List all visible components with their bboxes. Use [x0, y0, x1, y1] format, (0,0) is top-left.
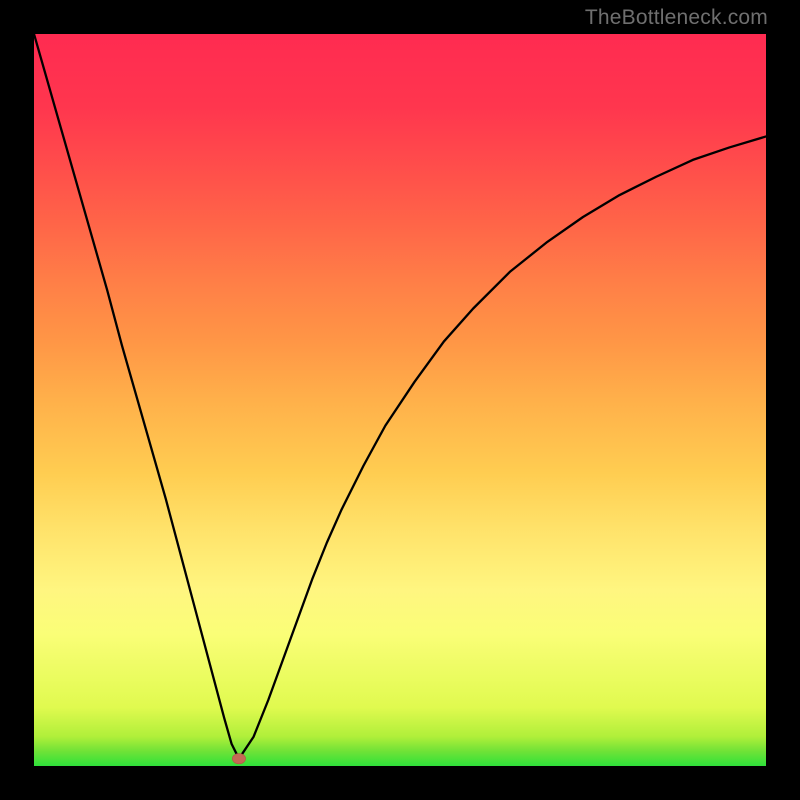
chart-frame: TheBottleneck.com	[0, 0, 800, 800]
watermark-text: TheBottleneck.com	[585, 6, 768, 30]
bottleneck-curve	[34, 34, 766, 759]
minimum-marker	[232, 754, 245, 764]
curve-svg	[34, 34, 766, 766]
plot-area	[34, 34, 766, 766]
